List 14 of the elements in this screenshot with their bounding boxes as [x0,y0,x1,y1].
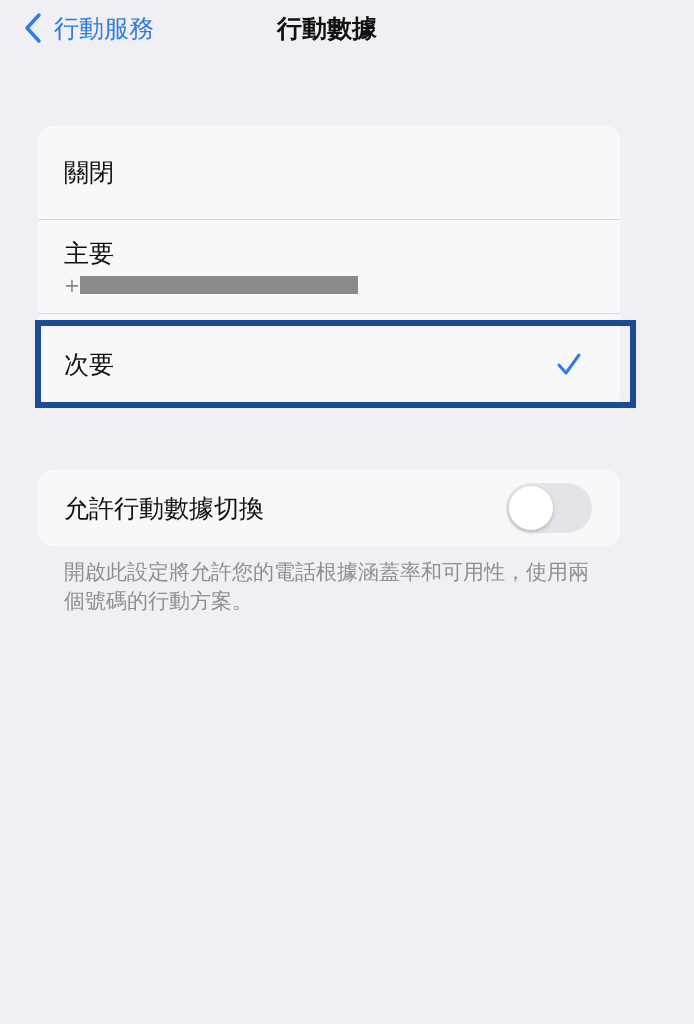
option-row[interactable]: 主要 + [38,220,620,314]
checkmark-icon [556,352,582,376]
phone-number: + [64,274,80,296]
option-row[interactable]: 關閉 [38,126,620,220]
option-label: 主要 [64,238,115,270]
option-row[interactable]: 次要 [35,320,636,408]
screen-title: 行動數據 [277,12,377,45]
footer-note: 開啟此設定將允許您的電話根據涵蓋率和可用性，使用兩個號碼的行動方案。 [64,559,590,615]
back-button[interactable]: 行動服務 [24,11,154,45]
toggle-switch[interactable] [506,483,592,533]
setting-label: 允許行動數據切換 [64,492,264,525]
option-label: 次要 [64,348,114,381]
option-label: 關閉 [64,157,114,189]
back-icon [24,12,42,44]
